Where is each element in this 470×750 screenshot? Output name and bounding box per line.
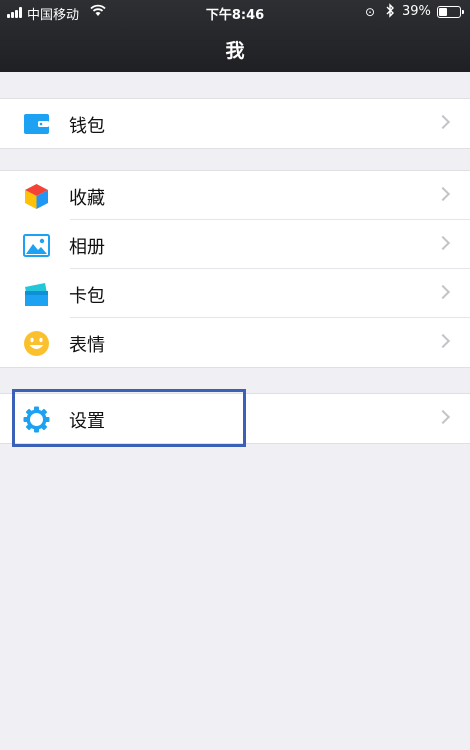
list-item-favorites[interactable]: 收藏 [0,171,470,220]
rotation-lock-icon: ⊙ [365,5,376,19]
status-bar: 中国移动 下午8:46 ⊙ 39% [0,0,470,24]
chevron-right-icon [435,114,451,130]
wallet-icon [24,114,49,134]
chevron-right-icon [435,284,451,300]
tools-group: 收藏 相册 卡包 表情 [0,170,470,368]
navigation-bar: 中国移动 下午8:46 ⊙ 39% 我 [0,0,470,72]
list-item-wallet[interactable]: 钱包 [0,99,470,148]
list-item-label: 表情 [69,335,105,356]
chevron-right-icon [435,333,451,349]
bluetooth-icon [386,3,394,18]
battery-percent: 39% [402,4,431,19]
list-item-label: 卡包 [69,286,105,307]
list-item-album[interactable]: 相册 [0,219,470,269]
list-item-label: 钱包 [69,116,105,137]
favorites-cube-icon [25,184,48,209]
album-image-icon [23,234,50,257]
wallet-group: 钱包 [0,98,470,149]
list-item-label: 相册 [69,237,105,258]
page-title: 我 [225,40,245,62]
smiley-face-icon [24,331,49,356]
card-wallet-icon [25,283,48,306]
battery-icon [437,6,464,18]
chevron-right-icon [435,409,451,425]
settings-highlight-box [12,389,246,447]
clock: 下午8:46 [205,8,265,23]
list-item-label: 收藏 [69,188,105,209]
chevron-right-icon [435,235,451,251]
list-item-card-wallet[interactable]: 卡包 [0,268,470,318]
list-item-stickers[interactable]: 表情 [0,317,470,367]
chevron-right-icon [435,186,451,202]
